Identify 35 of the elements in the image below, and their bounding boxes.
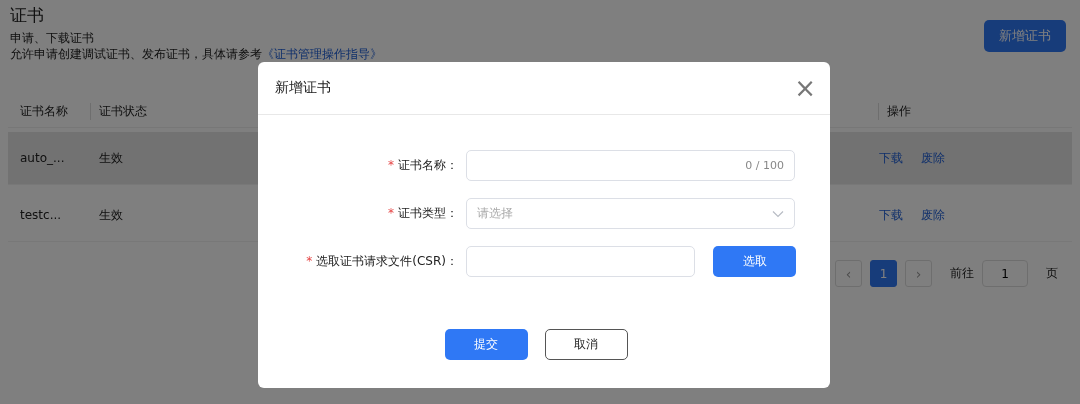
row-action-link[interactable]: 废除: [921, 206, 945, 224]
close-button[interactable]: ×: [794, 75, 816, 101]
certificate-type-select[interactable]: 请选择: [466, 198, 795, 229]
next-page-button[interactable]: ›: [905, 260, 932, 287]
column-header: 证书名称: [19, 102, 69, 120]
table-cell-text: testc...: [19, 208, 63, 222]
table-cell-text: 生效: [98, 149, 124, 167]
certificate-name-field[interactable]: 0 / 100: [466, 150, 795, 181]
page-suffix: 页: [1046, 265, 1058, 282]
row-action-link[interactable]: 废除: [921, 149, 945, 167]
cancel-button[interactable]: 取消: [544, 329, 628, 360]
file-field[interactable]: [466, 246, 695, 277]
choose-file-button[interactable]: 选取: [713, 246, 796, 277]
table-cell-text: auto_...: [19, 151, 66, 165]
dialog-title: 新增证书: [275, 79, 331, 97]
previous-page-button[interactable]: ‹: [835, 260, 862, 287]
page-title: 证书: [10, 4, 45, 26]
row-action-link[interactable]: 下载: [879, 149, 903, 167]
page-number-button[interactable]: 1: [870, 260, 897, 287]
column-header: 操作: [878, 102, 1072, 120]
field-label: * 证书类型：: [387, 205, 459, 222]
field-label: * 选取证书请求文件(CSR)：: [305, 253, 459, 270]
field-label: * 证书名称：: [387, 157, 459, 174]
goto-label: 前往: [950, 265, 974, 282]
submit-button[interactable]: 提交: [444, 329, 528, 360]
guide-link[interactable]: 《证书管理操作指导》: [262, 46, 382, 62]
page-subtitle: 申请、下载证书: [10, 30, 95, 46]
goto-page-field[interactable]: 1: [982, 260, 1028, 287]
add-certificate-button[interactable]: 新增证书: [984, 20, 1066, 52]
row-action-link[interactable]: 下载: [879, 206, 903, 224]
page-description: 允许申请创建调试证书、发布证书，具体请参考: [10, 46, 262, 62]
character-counter: 0 / 100: [745, 159, 784, 172]
chevron-down-icon: [772, 209, 784, 218]
table-cell-text: 生效: [98, 206, 124, 224]
column-header: 证书状态: [90, 102, 159, 120]
